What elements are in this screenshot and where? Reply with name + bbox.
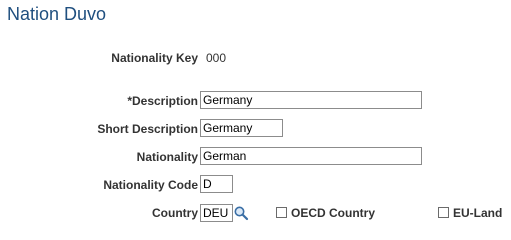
country-field[interactable]: DEU (200, 204, 233, 222)
description-field[interactable]: Germany (200, 91, 422, 109)
magnifier-icon[interactable] (233, 205, 249, 221)
nationality-key-label: Nationality Key (111, 51, 198, 65)
country-label: Country (152, 206, 198, 220)
nationality-code-field[interactable]: D (200, 175, 233, 193)
short-description-field[interactable]: Germany (200, 119, 283, 137)
eu-land-checkbox[interactable] (438, 207, 449, 218)
nationality-code-label: Nationality Code (103, 178, 198, 192)
page-title: Nation Duvo (7, 4, 107, 24)
nationality-label: Nationality (136, 150, 198, 164)
nationality-field[interactable]: German (200, 147, 422, 165)
oecd-country-label: OECD Country (291, 206, 375, 220)
oecd-country-checkbox[interactable] (276, 207, 287, 218)
description-label: *Description (127, 94, 198, 108)
eu-land-label: EU-Land (453, 206, 503, 220)
nationality-key-value: 000 (206, 51, 227, 65)
short-description-label: Short Description (97, 122, 198, 136)
